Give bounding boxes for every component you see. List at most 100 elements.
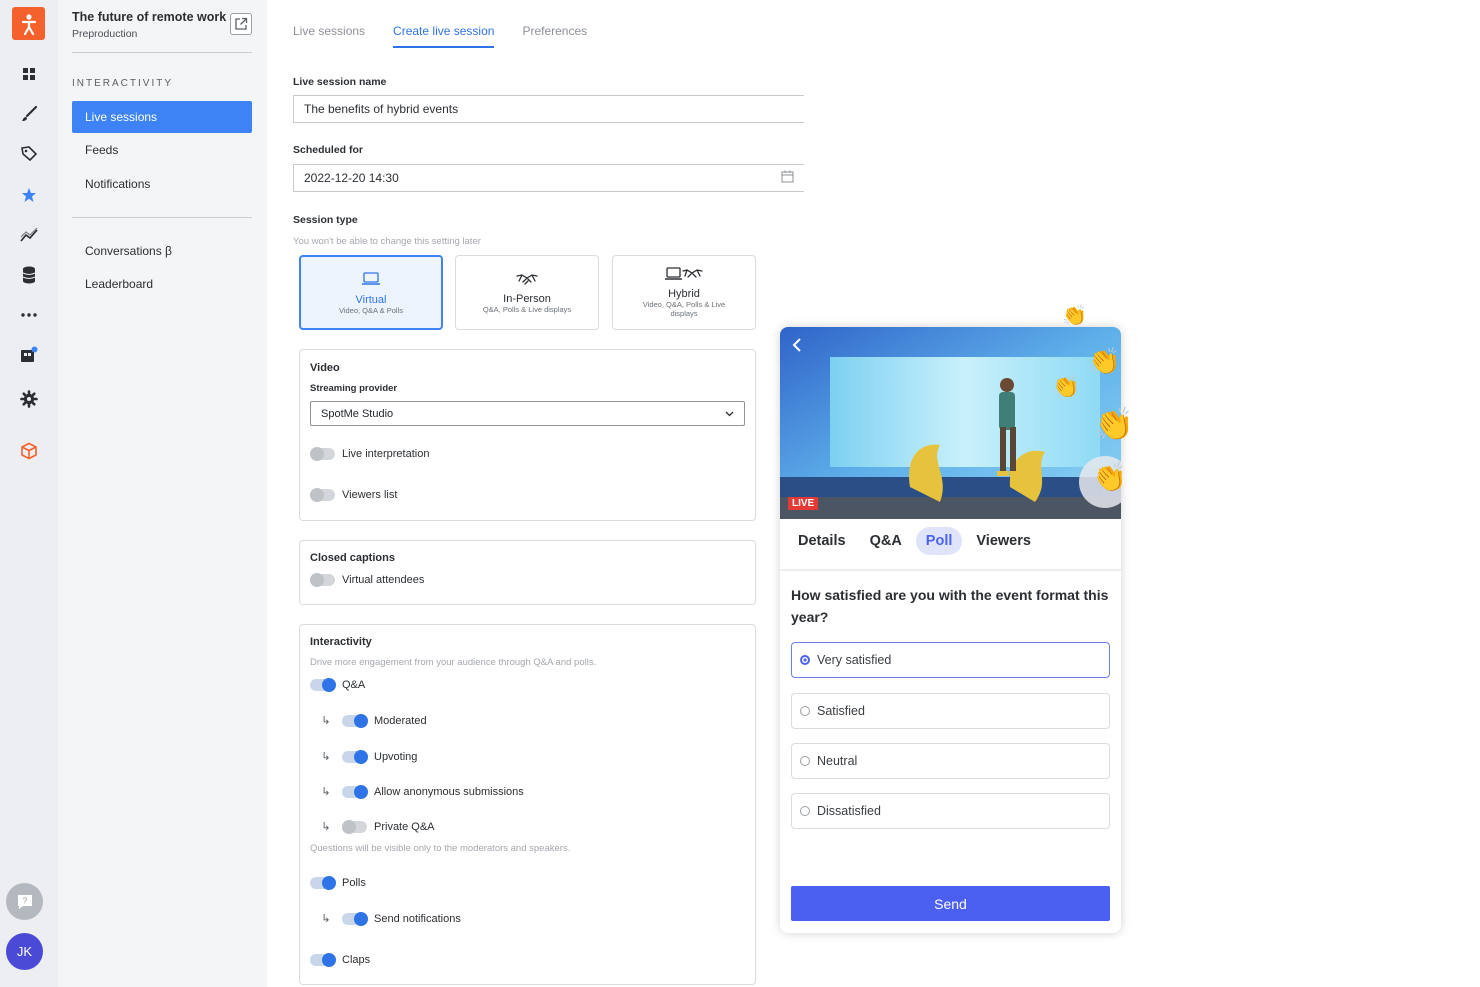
clap-icon: 👏	[1088, 346, 1121, 376]
poll-option[interactable]: Dissatisfied	[791, 793, 1110, 829]
mobile-preview: LIVE Details Q&A Poll Viewers How satisf…	[780, 327, 1121, 933]
poll-option[interactable]: Very satisfied	[791, 642, 1110, 678]
poll-option-label: Dissatisfied	[817, 804, 881, 818]
tab-poll[interactable]: Poll	[915, 527, 963, 555]
private-qa-label: Private Q&A	[374, 820, 435, 833]
viewers-list-toggle[interactable]	[310, 488, 335, 502]
calendar-icon[interactable]	[781, 170, 794, 186]
session-name-label: Live session name	[293, 76, 387, 88]
send-notifications-row: ↳ Send notifications	[317, 911, 461, 926]
closed-captions-panel: Closed captions Virtual attendees	[299, 540, 756, 605]
virtual-attendees-toggle[interactable]	[310, 573, 335, 587]
settings-gear-icon[interactable]	[17, 387, 41, 411]
tab-live-sessions[interactable]: Live sessions	[293, 24, 365, 48]
session-type-hybrid[interactable]: Hybrid Video, Q&A, Polls & Live displays	[612, 255, 756, 330]
video-panel: Video Streaming provider SpotMe Studio L…	[299, 349, 756, 521]
interactivity-panel: Interactivity Drive more engagement from…	[299, 624, 756, 985]
session-type-desc: Video, Q&A & Polls	[338, 305, 404, 315]
dashboard-icon[interactable]	[17, 62, 41, 86]
streaming-provider-select[interactable]: SpotMe Studio	[310, 401, 745, 426]
claps-toggle[interactable]	[310, 953, 336, 967]
page-tabs: Live sessions Create live session Prefer…	[293, 24, 587, 48]
session-type-virtual[interactable]: Virtual Video, Q&A & Polls	[299, 255, 443, 330]
scheduled-for-value: 2022-12-20 14:30	[304, 171, 399, 185]
sub-option-arrow-icon: ↳	[321, 821, 331, 833]
interactivity-description: Drive more engagement from your audience…	[310, 657, 597, 668]
qa-row: Q&A	[310, 678, 365, 692]
viewers-list-row: Viewers list	[310, 488, 397, 502]
handshake-icon	[516, 272, 538, 291]
sidebar-item-leaderboard[interactable]: Leaderboard	[72, 268, 252, 300]
moderated-label: Moderated	[374, 714, 427, 727]
laptop-icon	[361, 271, 381, 292]
claps-row: Claps	[310, 953, 370, 967]
poll-option[interactable]: Satisfied	[791, 693, 1110, 729]
session-type-name: Hybrid	[668, 288, 700, 300]
moderated-row: ↳ Moderated	[317, 713, 427, 728]
session-type-label: Session type	[293, 214, 358, 226]
sidebar-divider	[72, 52, 252, 53]
private-qa-toggle[interactable]	[342, 819, 367, 834]
live-interpretation-toggle[interactable]	[310, 447, 335, 461]
tab-qa[interactable]: Q&A	[860, 527, 912, 555]
app-logo-icon[interactable]	[12, 7, 45, 40]
help-chat-icon[interactable]: ?	[6, 883, 43, 920]
tab-create-live-session[interactable]: Create live session	[393, 24, 495, 48]
virtual-attendees-label: Virtual attendees	[342, 574, 425, 586]
back-chevron-icon[interactable]	[792, 337, 802, 358]
anonymous-submissions-label: Allow anonymous submissions	[374, 785, 524, 798]
tab-preferences[interactable]: Preferences	[522, 24, 587, 48]
sidebar-item-feeds[interactable]: Feeds	[72, 134, 252, 166]
upvoting-toggle[interactable]	[342, 749, 368, 764]
live-interpretation-row: Live interpretation	[310, 447, 430, 461]
session-name-input[interactable]: The benefits of hybrid events	[293, 95, 804, 123]
preview-tabs: Details Q&A Poll Viewers	[780, 527, 1121, 555]
qa-toggle[interactable]	[310, 678, 336, 692]
sub-option-arrow-icon: ↳	[321, 786, 331, 798]
external-link-icon[interactable]	[230, 13, 252, 35]
laptop-handshake-icon	[665, 267, 703, 286]
session-type-in-person[interactable]: In-Person Q&A, Polls & Live displays	[455, 255, 599, 330]
chevron-down-icon	[725, 408, 734, 420]
streaming-provider-label: Streaming provider	[310, 383, 398, 394]
session-type-hint: You won't be able to change this setting…	[293, 236, 481, 247]
live-interpretation-label: Live interpretation	[342, 448, 430, 460]
polls-toggle[interactable]	[310, 876, 336, 890]
moderated-toggle[interactable]	[342, 713, 368, 728]
live-stream-image: LIVE	[780, 327, 1121, 519]
tab-viewers[interactable]: Viewers	[966, 527, 1041, 555]
upvoting-row: ↳ Upvoting	[317, 749, 417, 764]
sub-option-arrow-icon: ↳	[321, 715, 331, 727]
scheduled-for-label: Scheduled for	[293, 144, 364, 156]
scheduled-for-input[interactable]: 2022-12-20 14:30	[293, 164, 804, 192]
analytics-icon[interactable]	[17, 223, 41, 247]
sidebar-item-live-sessions[interactable]: Live sessions	[72, 101, 252, 133]
anonymous-submissions-toggle[interactable]	[342, 784, 368, 799]
virtual-attendees-row: Virtual attendees	[310, 573, 425, 587]
tags-icon[interactable]	[17, 142, 41, 166]
poll-option-label: Satisfied	[817, 704, 865, 718]
polls-label: Polls	[342, 877, 366, 889]
sidebar-item-conversations[interactable]: Conversations β	[72, 235, 252, 267]
database-icon[interactable]	[17, 263, 41, 287]
poll-option-label: Very satisfied	[817, 653, 892, 667]
star-icon[interactable]	[17, 183, 41, 207]
send-notifications-label: Send notifications	[374, 912, 461, 925]
user-avatar[interactable]: JK	[6, 933, 43, 970]
radio-icon	[800, 806, 810, 816]
clap-icon: 👏	[1094, 406, 1134, 442]
brush-icon[interactable]	[17, 102, 41, 126]
more-icon[interactable]	[17, 303, 41, 327]
tab-details[interactable]: Details	[788, 527, 856, 555]
package-cube-icon[interactable]	[17, 439, 41, 463]
poll-option[interactable]: Neutral	[791, 743, 1110, 779]
session-type-desc: Q&A, Polls & Live displays	[482, 304, 572, 314]
send-button[interactable]: Send	[791, 886, 1110, 921]
clap-icon: 👏	[1092, 462, 1127, 493]
send-notifications-toggle[interactable]	[342, 911, 368, 926]
apps-notification-icon[interactable]	[17, 343, 41, 367]
sub-option-arrow-icon: ↳	[321, 751, 331, 763]
polls-row: Polls	[310, 876, 366, 890]
sidebar-item-notifications[interactable]: Notifications	[72, 168, 252, 200]
app: ? JK The future of remote work ... Prepr…	[0, 0, 1480, 987]
